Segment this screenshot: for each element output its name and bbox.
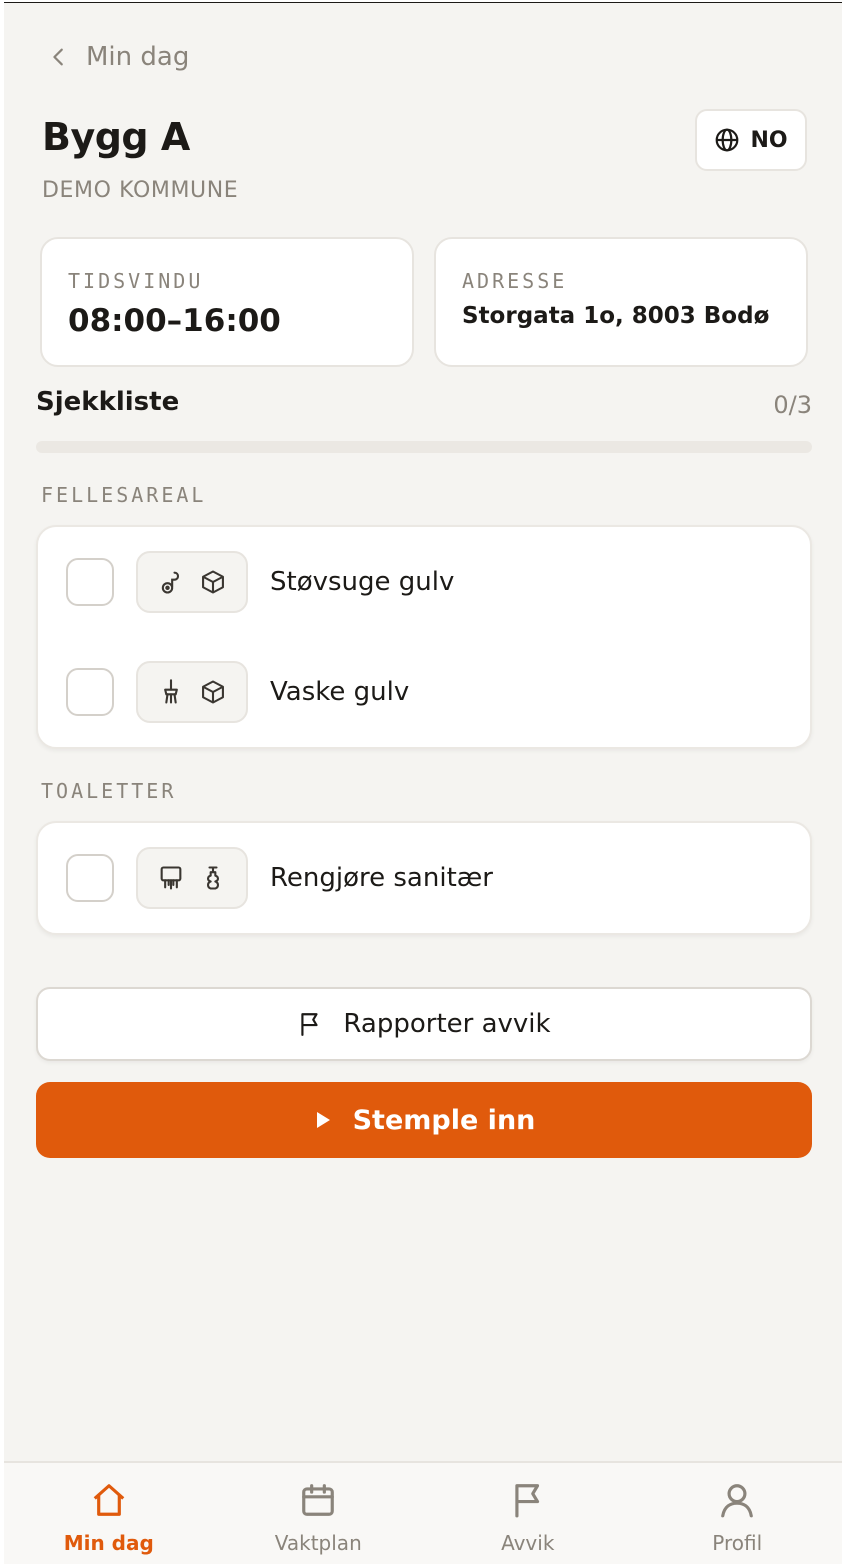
task-icon-chips [136,847,248,909]
page-title: Bygg A [42,115,190,159]
person-icon [721,1484,754,1518]
task-label: Vaske gulv [270,677,410,707]
flag-icon [515,1484,539,1518]
task-checkbox[interactable] [66,668,114,716]
address-value: Storgata 1o, 8003 Bodø [462,303,770,329]
spray-bottle-icon [207,866,219,890]
report-deviation-label: Rapporter avvik [343,1009,551,1039]
tab-label: Avvik [501,1531,555,1555]
calendar-icon [302,1484,335,1516]
page-subtitle: DEMO KOMMUNE [42,178,239,203]
address-label: ADRESSE [462,269,568,293]
task-item[interactable]: Vaske gulv [38,637,810,747]
checklist-progress-bar [36,441,812,453]
tab-vaktplan[interactable]: Vaktplan [214,1463,424,1564]
vacuum-icon [161,571,180,594]
globe-icon [716,128,739,152]
group-label-toaletter: TOALETTER [41,779,177,803]
mop-icon [164,679,178,704]
back-label: Min dag [86,42,190,72]
group-label-fellesareal: FELLESAREAL [41,483,207,507]
time-window-card: TIDSVINDU 08:00–16:00 [40,237,414,367]
tab-label: Vaktplan [274,1531,362,1555]
box-icon [202,680,224,704]
tab-avvik[interactable]: Avvik [423,1463,633,1564]
checklist-title: Sjekkliste [36,387,180,417]
task-group-card: Støvsuge gulv Vaske gulv [36,525,812,749]
address-card: ADRESSE Storgata 1o, 8003 Bodø [434,237,808,367]
box-icon [202,570,224,594]
task-item[interactable]: Rengjøre sanitær [38,823,810,933]
time-window-value: 08:00–16:00 [68,303,281,339]
brush-icon [160,866,182,890]
flag-icon [301,1013,318,1036]
clock-in-button[interactable]: Stemple inn [36,1082,812,1158]
task-group-card: Rengjøre sanitær [36,821,812,935]
report-deviation-button[interactable]: Rapporter avvik [36,987,812,1061]
task-icon-chips [136,551,248,613]
home-icon [93,1484,125,1516]
task-icon-chips [136,661,248,723]
task-label: Rengjøre sanitær [270,863,493,893]
tab-label: Min dag [63,1531,154,1555]
task-checkbox[interactable] [66,854,114,902]
tab-min-dag[interactable]: Min dag [4,1463,214,1564]
clock-in-label: Stemple inn [352,1104,536,1136]
app-screen: Min dag Bygg A DEMO KOMMUNE NO TIDSVINDU… [4,2,842,1564]
tab-profil[interactable]: Profil [633,1463,842,1564]
back-button[interactable]: Min dag [48,39,189,75]
tab-label: Profil [712,1531,763,1555]
language-button[interactable]: NO [695,109,807,171]
language-label: NO [750,127,788,153]
checklist-count: 0/3 [773,391,812,419]
time-window-label: TIDSVINDU [68,269,204,293]
bottom-tab-bar: Min dag Vaktplan Avvik Profil [4,1461,842,1564]
task-item[interactable]: Støvsuge gulv [38,527,810,637]
task-label: Støvsuge gulv [270,567,455,597]
task-checkbox[interactable] [66,558,114,606]
chevron-left-icon [53,48,63,66]
play-icon [316,1112,330,1128]
